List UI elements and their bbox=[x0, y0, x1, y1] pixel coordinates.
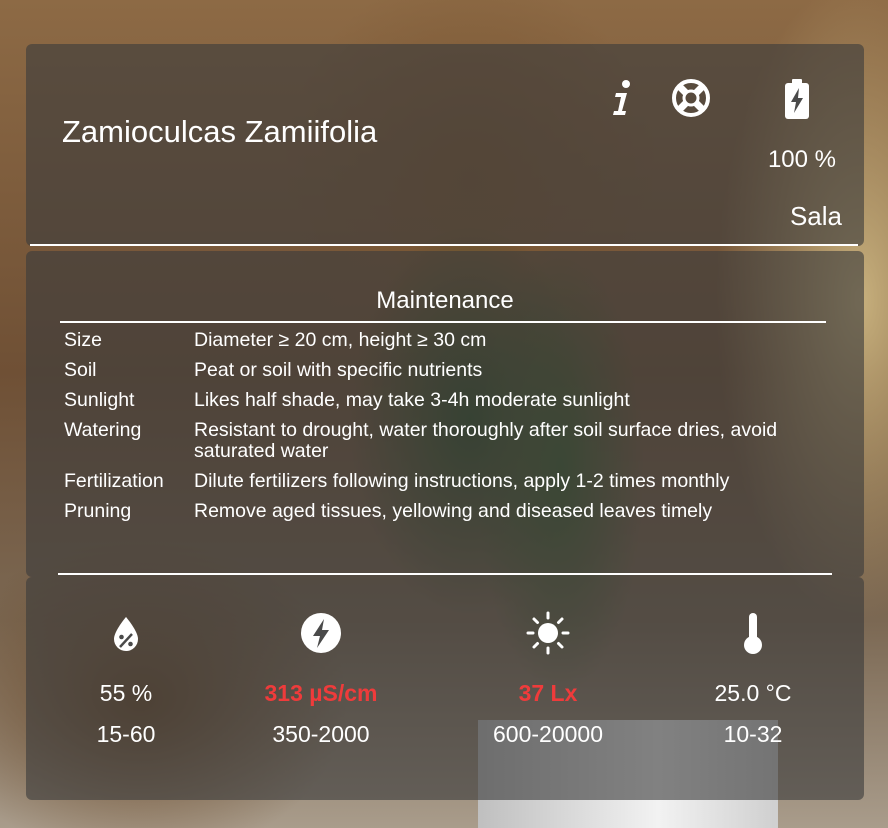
maintenance-value: Diameter ≥ 20 cm, height ≥ 30 cm bbox=[194, 329, 487, 351]
maintenance-key: Fertilization bbox=[64, 470, 164, 492]
moisture-sensor[interactable]: 55 % 15-60 bbox=[26, 577, 226, 800]
maintenance-key: Sunlight bbox=[64, 389, 135, 411]
thermometer-icon bbox=[744, 613, 762, 654]
maintenance-key: Watering bbox=[64, 419, 142, 441]
maintenance-value: Resistant to drought, water thoroughly a… bbox=[194, 419, 778, 462]
table-row: Soil Peat or soil with specific nutrient… bbox=[64, 360, 804, 390]
location-label[interactable]: Sala bbox=[790, 201, 842, 232]
sensors-panel: 55 % 15-60 313 µS/cm 350-2000 37 Lx 600-… bbox=[26, 577, 864, 800]
lifebuoy-icon[interactable] bbox=[671, 78, 711, 118]
maintenance-value: Peat or soil with specific nutrients bbox=[194, 359, 483, 381]
table-row: Watering Resistant to drought, water tho… bbox=[64, 420, 804, 471]
header-panel: Zamioculcas Zamiifolia 100 % Sala bbox=[26, 44, 864, 246]
table-row: Fertilization Dilute fertilizers followi… bbox=[64, 471, 804, 501]
maintenance-value: Dilute fertilizers following instruction… bbox=[194, 470, 730, 492]
header-divider bbox=[30, 244, 858, 246]
maintenance-value: Likes half shade, may take 3-4h moderate… bbox=[194, 389, 630, 411]
moisture-value: 55 % bbox=[99, 680, 153, 706]
lightning-circle-icon bbox=[301, 613, 341, 653]
maintenance-table: Size Diameter ≥ 20 cm, height ≥ 30 cm So… bbox=[64, 329, 804, 522]
battery-value: 100 % bbox=[767, 146, 836, 173]
fertility-range: 350-2000 bbox=[272, 721, 370, 747]
temperature-range: 10-32 bbox=[723, 721, 783, 747]
sun-icon bbox=[526, 611, 570, 655]
battery-charging-icon bbox=[785, 79, 809, 119]
maintenance-value: Remove aged tissues, yellowing and disea… bbox=[194, 500, 713, 522]
maintenance-key: Size bbox=[64, 329, 102, 351]
table-row: Sunlight Likes half shade, may take 3-4h… bbox=[64, 390, 804, 420]
water-drop-percent-icon bbox=[114, 617, 138, 651]
moisture-range: 15-60 bbox=[96, 721, 156, 747]
table-row: Size Diameter ≥ 20 cm, height ≥ 30 cm bbox=[64, 329, 804, 360]
temperature-sensor[interactable]: 25.0 °C 10-32 bbox=[653, 577, 853, 800]
table-row: Pruning Remove aged tissues, yellowing a… bbox=[64, 501, 804, 522]
info-icon[interactable] bbox=[609, 78, 635, 118]
maintenance-title: Maintenance bbox=[376, 287, 514, 314]
fertility-value: 313 µS/cm bbox=[264, 680, 378, 706]
temperature-value: 25.0 °C bbox=[714, 680, 792, 706]
maintenance-panel: Maintenance Size Diameter ≥ 20 cm, heigh… bbox=[26, 251, 864, 577]
maintenance-key: Soil bbox=[64, 359, 97, 381]
plant-name: Zamioculcas Zamiifolia bbox=[62, 114, 378, 149]
maintenance-title-divider bbox=[60, 321, 826, 323]
maintenance-key: Pruning bbox=[64, 500, 132, 522]
light-sensor[interactable]: 37 Lx 600-20000 bbox=[448, 577, 648, 800]
light-range: 600-20000 bbox=[493, 721, 603, 747]
light-value: 37 Lx bbox=[518, 680, 578, 706]
fertility-sensor[interactable]: 313 µS/cm 350-2000 bbox=[221, 577, 421, 800]
maintenance-bottom-divider bbox=[58, 573, 832, 575]
